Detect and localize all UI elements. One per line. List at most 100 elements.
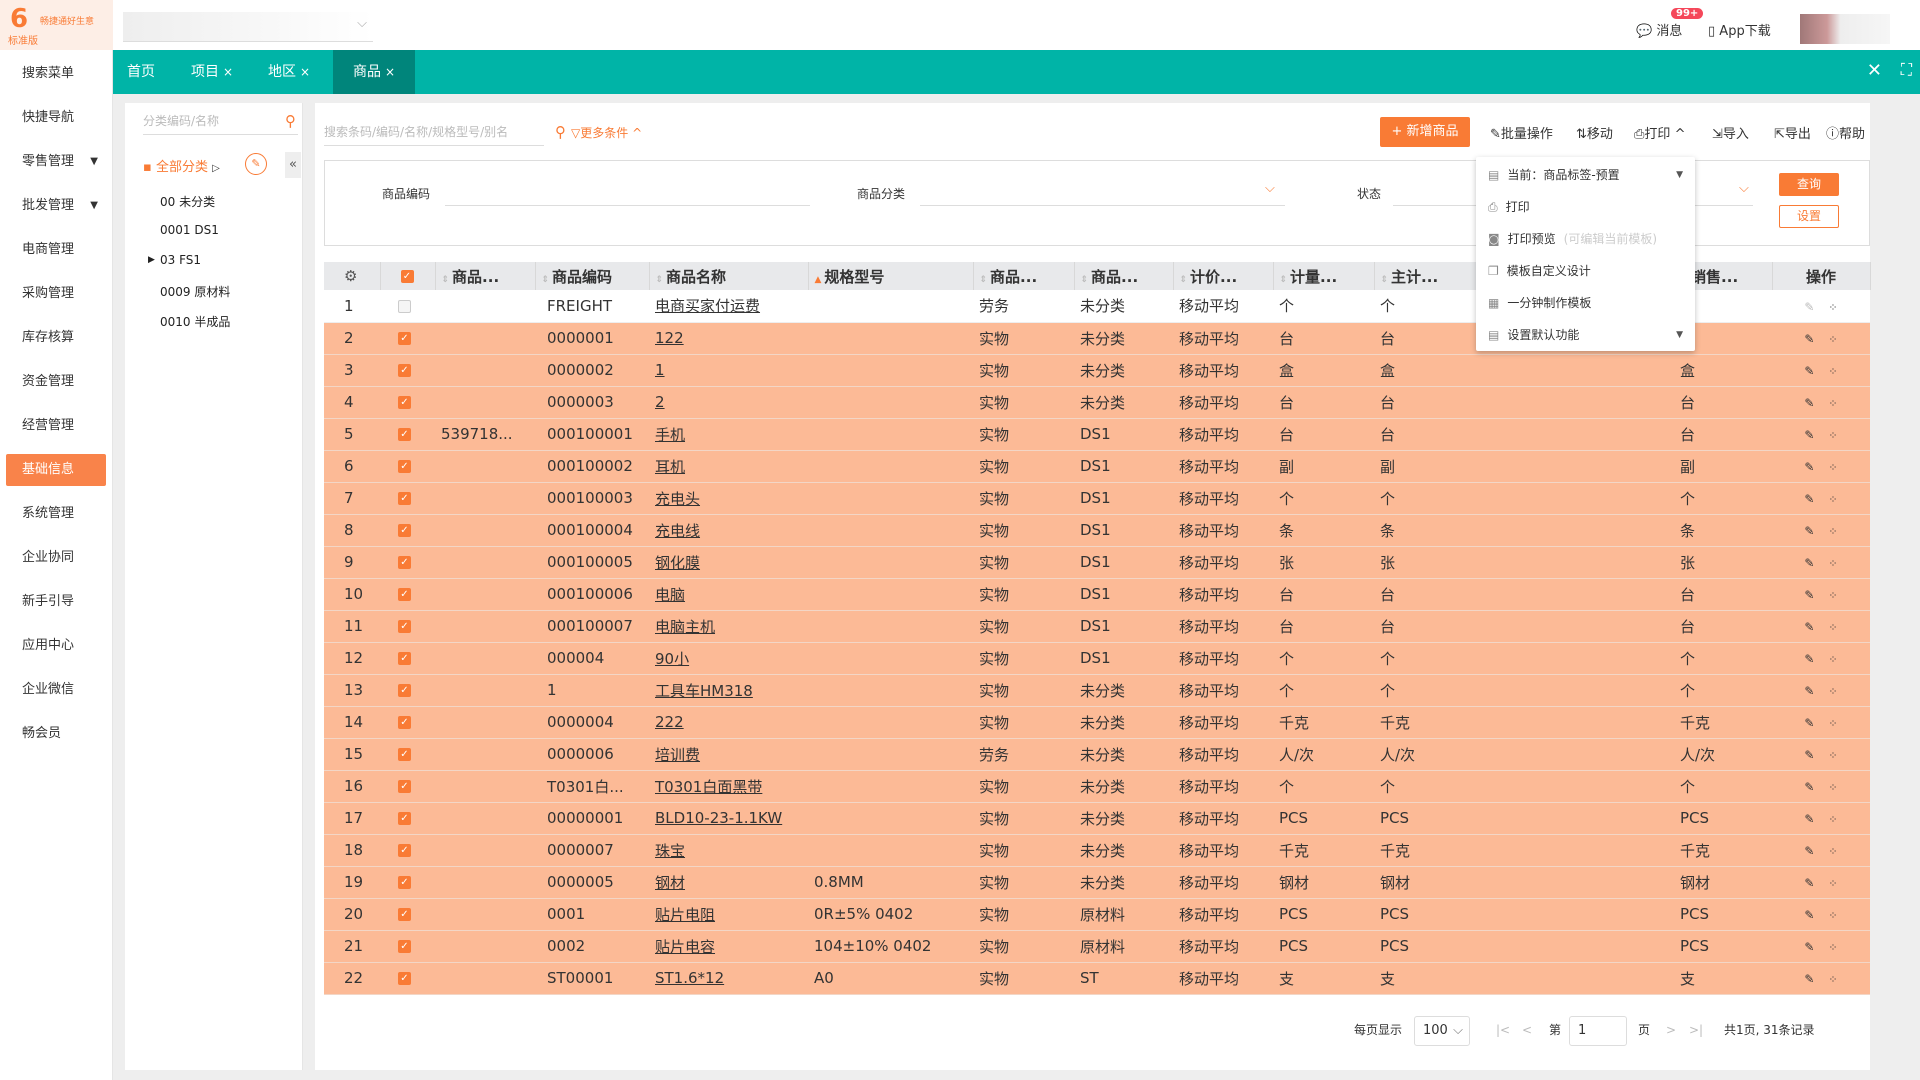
table-row[interactable]: 8 ✓ 000100004 充电线 实物 DS1 移动平均条条条 ✎ ⁘ bbox=[324, 514, 1870, 547]
sidebar-item[interactable]: 应用中心 bbox=[6, 630, 106, 662]
column-header[interactable]: ⇕ 商品... bbox=[435, 262, 536, 290]
row-checkbox-box[interactable]: ✓ bbox=[398, 556, 411, 569]
grid-icon[interactable]: ⁘ bbox=[1828, 685, 1837, 698]
gear-icon[interactable]: ⚙ bbox=[330, 267, 357, 285]
table-row[interactable]: 6 ✓ 000100002 耳机 实物 DS1 移动平均副副副 ✎ ⁘ bbox=[324, 450, 1870, 483]
sort-icon[interactable]: ⇕ bbox=[1280, 275, 1288, 285]
code-input[interactable] bbox=[445, 205, 810, 206]
table-row[interactable]: 17 ✓ 00000001 BLD10-23-1.1KW 实物 未分类 移动平均 PCS PCS… bbox=[324, 802, 1870, 835]
table-row[interactable]: 11 ✓ 000100007 电脑主机 实物 DS1 移动平均台台台 ✎ ⁘ bbox=[324, 610, 1870, 643]
product-name[interactable]: 钢材 bbox=[649, 866, 808, 899]
chevron-down-icon[interactable]: ⌵ bbox=[1739, 181, 1749, 196]
row-checkbox-box[interactable]: ✓ bbox=[398, 588, 411, 601]
app-download-button[interactable]: ▯ App下载 bbox=[1708, 20, 1771, 39]
import-button[interactable]: ⇲导入 bbox=[1712, 123, 1749, 142]
edit-icon[interactable]: ✎ bbox=[1804, 844, 1814, 858]
grid-icon[interactable]: ⁘ bbox=[1828, 301, 1837, 314]
sidebar-item[interactable]: 系统管理 bbox=[6, 498, 106, 530]
grid-icon[interactable]: ⁘ bbox=[1828, 333, 1837, 346]
table-row[interactable]: 14 ✓ 0000004 222 实物 未分类 移动平均 千克 千克 千克 ✎ ⁘ bbox=[324, 706, 1870, 739]
row-checkbox-box[interactable]: ✓ bbox=[398, 940, 411, 953]
add-product-button[interactable]: + 新增商品 bbox=[1380, 117, 1470, 147]
tab-3[interactable]: 商品 × bbox=[333, 50, 416, 94]
column-header[interactable]: ⇕ 计量... bbox=[1273, 262, 1375, 290]
table-row[interactable]: 18 ✓ 0000007 珠宝 实物 未分类 移动平均 千克 千克 千克 ✎ ⁘ bbox=[324, 834, 1870, 867]
close-tab-icon[interactable]: × bbox=[385, 65, 395, 79]
sort-icon[interactable]: ⇕ bbox=[542, 275, 550, 285]
grid-icon[interactable]: ⁘ bbox=[1828, 525, 1837, 538]
grid-icon[interactable]: ⁘ bbox=[1828, 461, 1837, 474]
edit-icon[interactable]: ✎ bbox=[1804, 716, 1814, 730]
edit-icon[interactable]: ✎ bbox=[1804, 492, 1814, 506]
export-button[interactable]: ⇱导出 bbox=[1774, 123, 1811, 142]
product-name[interactable]: 充电头 bbox=[649, 482, 808, 515]
edit-icon[interactable]: ✎ bbox=[1804, 300, 1814, 314]
table-row[interactable]: 12 ✓ 000004 90小 实物 DS1 移动平均个个个 ✎ ⁘ bbox=[324, 642, 1870, 675]
column-settings[interactable]: ⚙ bbox=[324, 262, 381, 290]
column-header[interactable]: ✓ bbox=[380, 262, 436, 290]
edit-icon[interactable]: ✎ bbox=[1804, 524, 1814, 538]
row-checkbox-box[interactable]: ✓ bbox=[398, 460, 411, 473]
batch-operation-button[interactable]: ✎批量操作 bbox=[1490, 123, 1553, 142]
sidebar-item[interactable]: 快捷导航 bbox=[6, 102, 106, 134]
print-menu-item[interactable]: ▤ 当前：商品标签-预置 ▼ bbox=[1476, 159, 1695, 191]
edit-icon[interactable]: ✎ bbox=[1804, 620, 1814, 634]
sort-icon[interactable]: ⇕ bbox=[980, 275, 988, 285]
row-checkbox-box[interactable] bbox=[398, 299, 411, 313]
row-checkbox-box[interactable]: ✓ bbox=[398, 652, 411, 665]
first-page-icon[interactable]: |< bbox=[1496, 1010, 1510, 1050]
row-checkbox-box[interactable]: ✓ bbox=[398, 812, 411, 825]
row-checkbox-box[interactable]: ✓ bbox=[398, 716, 411, 729]
close-tab-icon[interactable]: × bbox=[223, 65, 233, 79]
grid-icon[interactable]: ⁘ bbox=[1828, 813, 1837, 826]
product-name[interactable]: 电脑主机 bbox=[649, 610, 808, 643]
column-header[interactable]: ⇕ 商品... bbox=[1074, 262, 1174, 290]
grid-icon[interactable]: ⁘ bbox=[1828, 973, 1837, 986]
collapse-panel-button[interactable]: « bbox=[285, 152, 301, 178]
sidebar-item[interactable]: 采购管理 bbox=[6, 278, 106, 310]
print-menu-item[interactable]: ◙ 打印预览 (可编辑当前模板) bbox=[1476, 223, 1695, 255]
product-search-input[interactable]: 搜索条码/编码/名称/规格型号/别名 ⚲ bbox=[324, 118, 566, 146]
sidebar-item[interactable]: 经营管理 bbox=[6, 410, 106, 442]
table-row[interactable]: 9 ✓ 000100005 钢化膜 实物 DS1 移动平均张张张 ✎ ⁘ bbox=[324, 546, 1870, 579]
row-checkbox-box[interactable]: ✓ bbox=[398, 908, 411, 921]
row-checkbox-box[interactable]: ✓ bbox=[398, 844, 411, 857]
row-checkbox-box[interactable]: ✓ bbox=[398, 492, 411, 505]
grid-icon[interactable]: ⁘ bbox=[1828, 653, 1837, 666]
product-name[interactable]: 122 bbox=[649, 322, 808, 355]
tab-1[interactable]: 项目 × bbox=[179, 50, 245, 94]
row-checkbox-box[interactable]: ✓ bbox=[398, 396, 411, 409]
product-name[interactable]: 耳机 bbox=[649, 450, 808, 483]
all-categories[interactable]: ▪ 全部分类 ▷ bbox=[143, 156, 220, 175]
row-checkbox-box[interactable]: ✓ bbox=[398, 332, 411, 345]
grid-icon[interactable]: ⁘ bbox=[1828, 557, 1837, 570]
column-header[interactable]: ⇕ 商品... bbox=[973, 262, 1075, 290]
search-icon[interactable]: ⚲ bbox=[555, 118, 566, 146]
edit-icon[interactable]: ✎ bbox=[1804, 588, 1814, 602]
product-name[interactable]: 贴片电阻 bbox=[649, 898, 808, 931]
grid-icon[interactable]: ⁘ bbox=[1828, 941, 1837, 954]
grid-icon[interactable]: ⁘ bbox=[1828, 493, 1837, 506]
table-row[interactable]: 4 ✓ 0000003 2 实物 未分类 移动平均台台台 ✎ ⁘ bbox=[324, 386, 1870, 419]
more-conditions-toggle[interactable]: ▽更多条件 ^ bbox=[571, 124, 642, 141]
grid-icon[interactable]: ⁘ bbox=[1828, 717, 1837, 730]
product-name[interactable]: 手机 bbox=[649, 418, 808, 451]
column-header[interactable]: ⇕ 商品编码 bbox=[535, 262, 650, 290]
edit-icon[interactable]: ✎ bbox=[1804, 396, 1814, 410]
settings-button[interactable]: 设置 bbox=[1779, 205, 1839, 228]
product-name[interactable]: ST1.6*12 bbox=[649, 962, 808, 995]
product-name[interactable]: 222 bbox=[649, 706, 808, 739]
sort-icon[interactable]: ⇕ bbox=[1180, 275, 1188, 285]
grid-icon[interactable]: ⁘ bbox=[1828, 909, 1837, 922]
grid-icon[interactable]: ⁘ bbox=[1828, 365, 1837, 378]
print-menu-item[interactable]: ▦ 一分钟制作模板 bbox=[1476, 287, 1695, 319]
product-name[interactable]: 2 bbox=[649, 386, 808, 419]
category-search-input[interactable]: 分类编码/名称 ⚲ bbox=[143, 107, 298, 135]
move-button[interactable]: ⇅移动 bbox=[1576, 123, 1613, 142]
messages-button[interactable]: 💬 消息 99+ bbox=[1636, 8, 1704, 39]
product-name[interactable]: T0301白面黑带 bbox=[649, 770, 808, 803]
edit-icon[interactable]: ✎ bbox=[1804, 460, 1814, 474]
table-row[interactable]: 20 ✓ 0001 贴片电阻 0R±5% 0402 实物 原材料 移动平均 PCS PCS PCS ✎… bbox=[324, 898, 1870, 931]
table-row[interactable]: 16 ✓ T0301白... T0301白面黑带 实物 未分类 移动平均个个个 ✎ ⁘ bbox=[324, 770, 1870, 803]
query-button[interactable]: 查询 bbox=[1779, 173, 1839, 196]
